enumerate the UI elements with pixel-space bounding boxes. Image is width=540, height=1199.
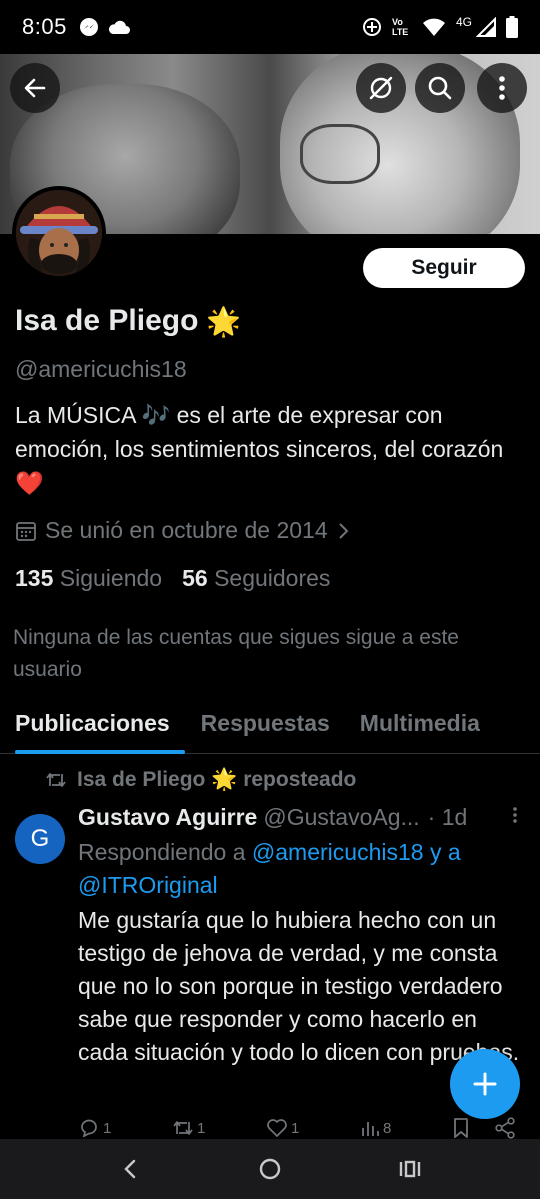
back-button[interactable]	[10, 63, 60, 113]
repost-indicator: Isa de Pliego 🌟 reposteado	[45, 768, 356, 792]
views-button[interactable]: 8	[360, 1118, 452, 1138]
replying-prefix: Respondiendo a	[78, 839, 246, 865]
followers-label: Seguidores	[214, 565, 331, 591]
chevron-left-icon	[124, 1159, 136, 1179]
like-count: 1	[291, 1119, 300, 1137]
status-time: 8:05	[22, 14, 67, 39]
chevron-right-icon	[338, 522, 349, 539]
follow-button[interactable]: Seguir	[363, 248, 525, 288]
wifi-icon	[422, 17, 446, 37]
following-link[interactable]: 135 Siguiendo	[15, 565, 162, 592]
search-button[interactable]	[415, 63, 465, 113]
tab-publicaciones[interactable]: Publicaciones	[0, 700, 185, 754]
profile-avatar[interactable]	[12, 186, 106, 280]
share-button[interactable]	[494, 1117, 516, 1139]
reply-count: 1	[103, 1119, 112, 1137]
profile-name-text: Isa de Pliego	[15, 304, 199, 337]
system-navigation-bar	[0, 1139, 540, 1199]
reply-button[interactable]: 1	[78, 1118, 172, 1138]
system-recents-button[interactable]	[380, 1144, 440, 1194]
star-emoji: 🌟	[206, 305, 242, 337]
share-icon	[495, 1117, 515, 1139]
system-back-button[interactable]	[100, 1144, 160, 1194]
post-author-name[interactable]: Gustavo Aguirre	[78, 804, 257, 831]
recents-icon	[399, 1160, 421, 1178]
profile-name: Isa de Pliego 🌟	[15, 304, 241, 338]
grok-button[interactable]	[356, 63, 406, 113]
messenger-icon	[79, 17, 99, 37]
followers-link[interactable]: 56 Seguidores	[182, 565, 330, 592]
status-bar: 8:05 Vo LTE 4G	[0, 0, 540, 54]
post-author-handle[interactable]: @GustavoAg...	[263, 804, 419, 831]
post-author-avatar[interactable]: G	[15, 814, 65, 864]
more-vertical-icon	[499, 76, 505, 100]
follow-counts: 135 Siguiendo 56 Seguidores	[15, 565, 330, 592]
more-vertical-icon	[513, 807, 517, 823]
reply-icon	[81, 1119, 97, 1138]
joined-text: Se unió en octubre de 2014	[45, 517, 328, 543]
repost-icon	[46, 773, 66, 787]
plus-icon	[473, 1072, 497, 1096]
following-label: Siguiendo	[59, 565, 163, 591]
system-home-button[interactable]	[240, 1144, 300, 1194]
tab-multimedia[interactable]: Multimedia	[345, 700, 495, 754]
battery-icon	[506, 16, 518, 38]
repost-button[interactable]: 1	[172, 1118, 266, 1138]
repost-text: Isa de Pliego 🌟 reposteado	[77, 768, 357, 791]
grok-icon	[369, 76, 393, 100]
post-header: Gustavo Aguirre @GustavoAg... · 1d	[78, 804, 528, 831]
profile-bio: La MÚSICA 🎶 es el arte de expresar con e…	[15, 402, 504, 496]
followers-count: 56	[182, 565, 208, 591]
post-more-button[interactable]	[512, 804, 518, 831]
post-time: · 1d	[427, 804, 468, 830]
home-circle-icon	[259, 1158, 281, 1180]
search-icon	[428, 76, 452, 100]
data-saver-icon	[362, 17, 382, 37]
signal-icon	[476, 17, 496, 37]
profile-tabs: Publicaciones Respuestas Multimedia	[0, 700, 540, 754]
replying-to: Respondiendo a @americuchis18 y a @ITROr…	[78, 836, 518, 902]
tab-respuestas[interactable]: Respuestas	[185, 700, 345, 754]
views-icon	[362, 1122, 379, 1136]
bookmark-button[interactable]	[452, 1117, 494, 1139]
more-options-button[interactable]	[477, 63, 527, 113]
compose-button[interactable]	[450, 1049, 520, 1119]
repost-icon	[173, 1121, 193, 1135]
mutual-followers-notice: Ninguna de las cuentas que sigues sigue …	[13, 626, 459, 681]
heart-icon	[267, 1119, 287, 1137]
post-actions: 1 1 1 8	[78, 1116, 528, 1140]
post-text[interactable]: Me gustaría que lo hubiera hecho con un …	[78, 904, 528, 1069]
views-count: 8	[383, 1119, 392, 1137]
joined-date[interactable]: Se unió en octubre de 2014	[15, 517, 350, 544]
volte-label: Vo LTE	[391, 17, 409, 37]
network-type-label: 4G	[455, 15, 472, 29]
arrow-left-icon	[24, 78, 46, 98]
bookmark-icon	[454, 1118, 468, 1138]
repost-count: 1	[197, 1119, 206, 1137]
like-button[interactable]: 1	[266, 1118, 360, 1138]
avatar-image	[16, 190, 102, 276]
calendar-icon	[16, 521, 36, 541]
following-count: 135	[15, 565, 54, 591]
cloud-icon	[107, 19, 131, 35]
profile-handle: @americuchis18	[15, 356, 187, 382]
